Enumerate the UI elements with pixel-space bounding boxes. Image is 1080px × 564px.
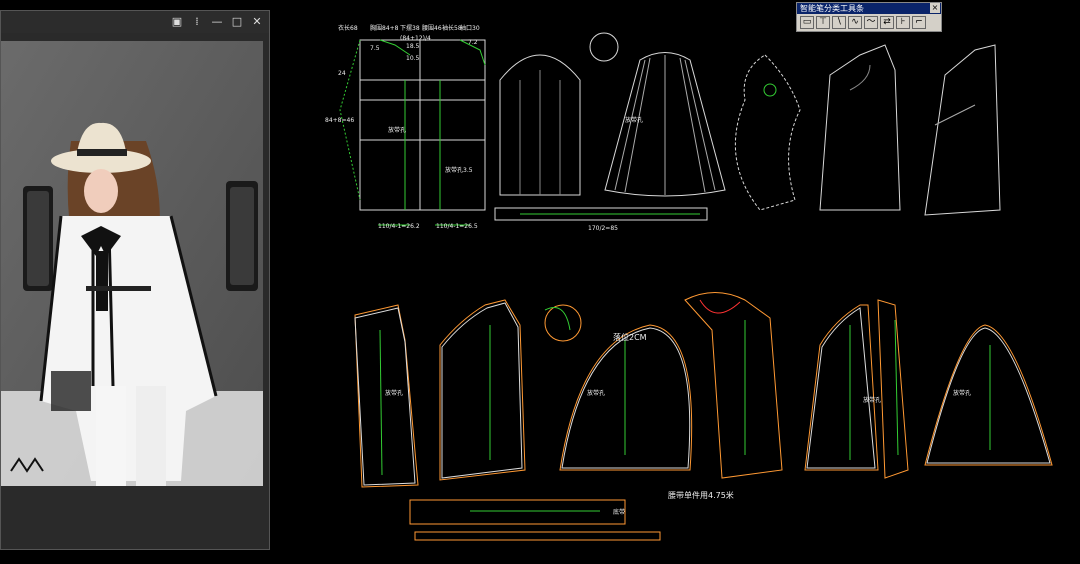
dim-d: 7.2 — [468, 39, 478, 46]
close-icon[interactable]: × — [930, 3, 940, 13]
swap-tool-icon[interactable]: ⇄ — [880, 16, 894, 29]
maximize-icon[interactable]: □ — [231, 16, 243, 28]
close-icon[interactable]: ✕ — [251, 16, 263, 28]
front-panel-b[interactable] — [924, 44, 1001, 216]
label-belt-note: 腰带单件用4.75米 — [668, 490, 734, 500]
minimize-icon[interactable]: — — [211, 16, 223, 28]
dim-band: 170/2=85 — [588, 225, 618, 232]
pin-icon[interactable]: ▣ — [171, 16, 183, 28]
bodice-draft[interactable] — [339, 39, 486, 226]
corner-tool-icon[interactable]: ⌐ — [912, 16, 926, 29]
label-placket-4: 放带孔 — [385, 389, 403, 397]
label-placket-6: 放带孔 — [863, 396, 881, 404]
label-belt-small: 底带 — [613, 508, 625, 516]
dim-b: 10.5 — [406, 55, 420, 62]
line-tool-icon[interactable]: ∖ — [832, 16, 846, 29]
dim-length: 衣长68 — [338, 24, 358, 32]
fashion-photo — [1, 41, 263, 486]
sleeve-curve[interactable] — [734, 54, 801, 211]
dim-bottom-left: 110/4-1=26.2 — [378, 223, 420, 230]
dim-bottom-right: 110/4-1=26.5 — [436, 223, 478, 230]
dim-chest: 胸围84+8 — [370, 24, 399, 32]
wave-tool-icon[interactable]: 〜 — [864, 16, 878, 29]
tool-palette[interactable]: 智能笔分类工具条 × ▭ ⊤ ∖ ∿ 〜 ⇄ ⊦ ⌐ — [796, 2, 942, 32]
dim-chest-line: (84+12)/4 — [400, 35, 431, 42]
dim-c: 7.5 — [370, 45, 380, 52]
dim-side-a: 24 — [338, 70, 346, 77]
lower-side[interactable] — [877, 299, 909, 479]
measure-tool-icon[interactable]: ⊦ — [896, 16, 910, 29]
label-offset: 落位2CM — [613, 332, 647, 342]
fashion-photo-illustration — [1, 41, 263, 486]
cuff-circle[interactable] — [589, 32, 619, 62]
lower-panel-3[interactable] — [684, 292, 783, 479]
dim-hem: 下摆38 — [400, 24, 420, 32]
viewer-titlebar[interactable]: ▣ ⁞ — □ ✕ — [1, 11, 269, 33]
dim-waist: 腰围46 — [422, 25, 442, 32]
belt-strip[interactable] — [409, 499, 626, 525]
label-placket-7: 放带孔 — [953, 389, 971, 397]
dim-side-b: 84+8=46 — [325, 117, 354, 124]
menu-icon[interactable]: ⁞ — [191, 16, 203, 28]
lower-flare-b[interactable] — [924, 324, 1053, 466]
label-placket-2: 放带孔3.5 — [445, 166, 473, 174]
curve-tool-icon[interactable]: ∿ — [848, 16, 862, 29]
cad-labels: 衣长68 胸围84+8 下摆38 腰围46 袖长58 袖口30 (84+12)/… — [325, 24, 971, 516]
dim-a: 18.5 — [406, 43, 420, 50]
tee-tool-icon[interactable]: ⊤ — [816, 16, 830, 29]
label-placket: 放带孔 — [388, 126, 406, 134]
photo-viewer-window[interactable]: ▣ ⁞ — □ ✕ — [0, 10, 270, 550]
cuff-circle-lower[interactable] — [544, 304, 582, 342]
pattern-cad-canvas[interactable]: 衣长68 胸围84+8 下摆38 腰围46 袖长58 袖口30 (84+12)/… — [270, 0, 1080, 564]
tool-palette-title-text: 智能笔分类工具条 — [800, 4, 864, 13]
dim-shoulder: 袖长58 — [442, 24, 462, 32]
label-placket-5: 放带孔 — [587, 389, 605, 397]
label-placket-3: 放带孔 — [625, 116, 643, 124]
rect-tool-icon[interactable]: ▭ — [800, 16, 814, 29]
lower-panel-2[interactable] — [439, 299, 526, 481]
dim-cuff: 袖口30 — [460, 24, 480, 32]
belt-strip-thin[interactable] — [414, 531, 661, 541]
tool-palette-title[interactable]: 智能笔分类工具条 × — [797, 3, 941, 14]
front-panel[interactable] — [819, 44, 901, 211]
